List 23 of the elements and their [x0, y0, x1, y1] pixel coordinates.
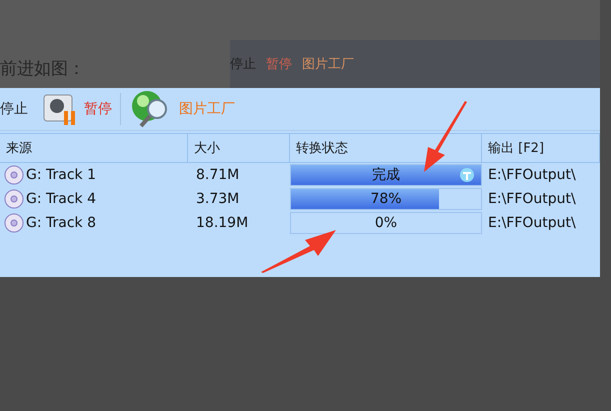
table-cell: 3.73M: [196, 191, 240, 207]
table-cell: E:\FFOutput\: [488, 215, 576, 231]
table-cell: E:\FFOutput\: [488, 191, 576, 207]
toolbar-button[interactable]: 停止: [0, 88, 28, 130]
toolbar-label: 暂停: [266, 56, 292, 73]
progress-text: 78%: [370, 191, 402, 207]
table-cell: 8.71M: [196, 167, 240, 183]
table-cell: G: Track 1: [26, 167, 96, 183]
pin-icon: [459, 167, 475, 183]
column-header[interactable]: 输出 [F2]: [482, 133, 600, 163]
toolbar-label: 图片工厂: [302, 56, 354, 73]
progress-text: 0%: [374, 215, 398, 231]
progress-text: 完成: [372, 166, 400, 184]
disc-icon: [4, 189, 24, 209]
table-cell: G: Track 4: [26, 191, 96, 207]
column-header[interactable]: 来源: [0, 133, 188, 163]
disc-icon: [4, 165, 24, 185]
column-header[interactable]: 大小: [188, 133, 290, 163]
column-header[interactable]: 转换状态: [290, 133, 482, 163]
table-cell: G: Track 8: [26, 215, 96, 231]
table-cell: E:\FFOutput\: [488, 167, 576, 183]
disc-icon: [4, 213, 24, 233]
table-cell: 18.19M: [196, 215, 248, 231]
